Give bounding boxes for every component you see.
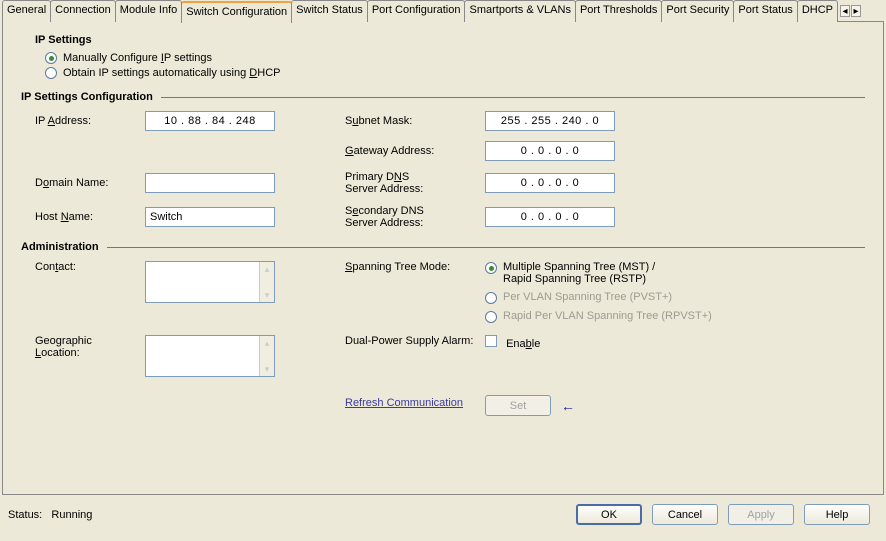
contact-input[interactable]: ▴ ▾ [145, 261, 275, 303]
tab-bar: General Connection Module Info Switch Co… [2, 0, 886, 22]
subnet-mask-label: Subnet Mask: [345, 115, 485, 127]
ip-address-input[interactable]: 10 . 88 . 84 . 248 [145, 111, 275, 131]
set-button[interactable]: Set [485, 395, 551, 416]
ok-button[interactable]: OK [576, 504, 642, 525]
spanning-tree-label: Spanning Tree Mode: [345, 261, 485, 273]
stm-pvst-option[interactable]: Per VLAN Spanning Tree (PVST+) [485, 291, 865, 304]
enable-label: Enable [506, 338, 540, 350]
help-button[interactable]: Help [804, 504, 870, 525]
radio-icon [45, 67, 57, 79]
scroll-up-icon[interactable]: ▴ [260, 336, 274, 350]
tab-port-thresholds[interactable]: Port Thresholds [575, 0, 662, 22]
radio-icon [485, 292, 497, 304]
status-label: Status: [8, 509, 42, 521]
subnet-mask-input[interactable]: 255 . 255 . 240 . 0 [485, 111, 615, 131]
stm-rpvst-label: Rapid Per VLAN Spanning Tree (RPVST+) [503, 310, 712, 322]
ip-config-title: IP Settings Configuration [21, 91, 153, 103]
tab-port-configuration[interactable]: Port Configuration [367, 0, 466, 22]
ip-settings-title: IP Settings [35, 34, 865, 46]
admin-title: Administration [21, 241, 99, 253]
status-value: Running [51, 509, 92, 521]
scroll-down-icon[interactable]: ▾ [260, 288, 274, 302]
tab-module-info[interactable]: Module Info [115, 0, 182, 22]
spanning-tree-options: Multiple Spanning Tree (MST) /Rapid Span… [485, 261, 865, 329]
host-name-input[interactable] [145, 207, 275, 227]
dual-power-row: Enable [485, 335, 865, 350]
tab-scroll-left-icon[interactable]: ◂ [840, 5, 850, 17]
stm-pvst-label: Per VLAN Spanning Tree (PVST+) [503, 291, 672, 303]
refresh-communication-link[interactable]: Refresh Communication [345, 397, 463, 409]
tab-scroll-right-icon[interactable]: ▸ [851, 5, 861, 17]
scroll-up-icon[interactable]: ▴ [260, 262, 274, 276]
host-name-label: Host Name: [35, 211, 145, 223]
radio-manual-row[interactable]: Manually Configure IP settings [45, 52, 865, 64]
secondary-dns-input[interactable]: 0 . 0 . 0 . 0 [485, 207, 615, 227]
tab-dhcp[interactable]: DHCP [797, 0, 838, 22]
secondary-dns-label: Secondary DNSServer Address: [345, 205, 485, 229]
divider [107, 247, 865, 248]
gateway-input[interactable]: 0 . 0 . 0 . 0 [485, 141, 615, 161]
stm-mst-option[interactable]: Multiple Spanning Tree (MST) /Rapid Span… [485, 261, 865, 285]
stm-rpvst-option[interactable]: Rapid Per VLAN Spanning Tree (RPVST+) [485, 310, 865, 323]
radio-icon [485, 311, 497, 323]
radio-icon [45, 52, 57, 64]
cancel-button[interactable]: Cancel [652, 504, 718, 525]
footer: Status: Running OK Cancel Apply Help [0, 496, 886, 525]
radio-manual-label: Manually Configure IP settings [63, 52, 212, 64]
arrow-left-icon: ← [561, 398, 575, 414]
stm-mst-label: Multiple Spanning Tree (MST) /Rapid Span… [503, 261, 655, 285]
location-label: GeographicLocation: [35, 335, 145, 359]
dual-power-label: Dual-Power Supply Alarm: [345, 335, 485, 347]
divider [161, 97, 865, 98]
ip-config-grid: IP Address: 10 . 88 . 84 . 248 Subnet Ma… [35, 111, 865, 229]
scroll-down-icon[interactable]: ▾ [260, 362, 274, 376]
panel-switch-configuration: IP Settings Manually Configure IP settin… [2, 21, 884, 495]
ip-address-label: IP Address: [35, 115, 145, 127]
primary-dns-input[interactable]: 0 . 0 . 0 . 0 [485, 173, 615, 193]
contact-label: Contact: [35, 261, 145, 273]
radio-dhcp-row[interactable]: Obtain IP settings automatically using D… [45, 67, 865, 79]
ip-config-header: IP Settings Configuration [21, 91, 865, 103]
tab-connection[interactable]: Connection [50, 0, 116, 22]
enable-checkbox[interactable] [485, 335, 497, 347]
scrollbar[interactable]: ▴ ▾ [259, 262, 274, 302]
gateway-label: Gateway Address: [345, 145, 485, 157]
location-input[interactable]: ▴ ▾ [145, 335, 275, 377]
domain-input[interactable] [145, 173, 275, 193]
tab-general[interactable]: General [2, 0, 51, 22]
domain-label: Domain Name: [35, 177, 145, 189]
radio-icon [485, 262, 497, 274]
tab-switch-status[interactable]: Switch Status [291, 0, 368, 22]
apply-button[interactable]: Apply [728, 504, 794, 525]
admin-header: Administration [21, 241, 865, 253]
tab-switch-configuration[interactable]: Switch Configuration [181, 1, 292, 23]
primary-dns-label: Primary DNSServer Address: [345, 171, 485, 195]
tab-port-security[interactable]: Port Security [661, 0, 734, 22]
radio-dhcp-label: Obtain IP settings automatically using D… [63, 67, 280, 79]
tab-scroll: ◂ ▸ [837, 0, 863, 22]
admin-grid: Contact: ▴ ▾ Spanning Tree Mode: Multipl… [35, 261, 865, 416]
scrollbar[interactable]: ▴ ▾ [259, 336, 274, 376]
tab-port-status[interactable]: Port Status [733, 0, 797, 22]
tab-smartports-vlans[interactable]: Smartports & VLANs [464, 0, 575, 22]
